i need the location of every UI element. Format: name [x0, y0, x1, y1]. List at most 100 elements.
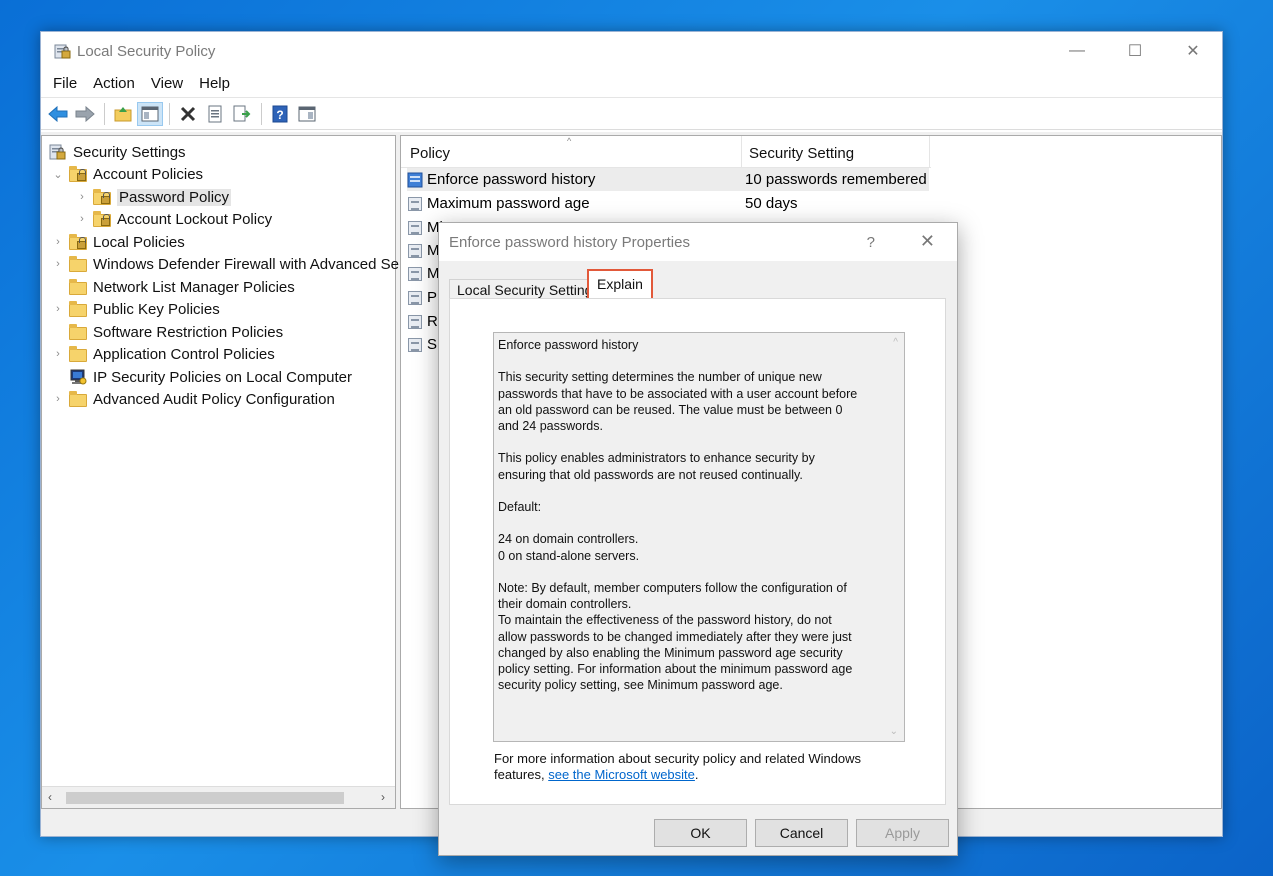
help-button[interactable]: ? — [867, 234, 875, 251]
toolbar-separator — [261, 102, 262, 125]
scroll-down-icon[interactable]: ⌄ — [890, 726, 898, 737]
expand-chevron-icon[interactable]: › — [52, 393, 64, 405]
delete-icon[interactable] — [175, 102, 201, 126]
action-pane-icon[interactable] — [294, 102, 320, 126]
tree-pane[interactable]: Security Settings ⌄ Account Policies › P… — [41, 135, 399, 809]
locked-folder-icon — [68, 233, 88, 251]
close-button[interactable]: ✕ — [1164, 32, 1222, 70]
menu-view[interactable]: View — [143, 75, 191, 92]
tree-item-label: Account Policies — [93, 165, 204, 183]
folder-icon — [68, 390, 88, 408]
list-row-maximum-password-age[interactable]: Maximum password age 50 days — [407, 192, 929, 215]
list-row-enforce-password-history[interactable]: Enforce password history 10 passwords re… — [407, 168, 929, 191]
maximize-button[interactable]: ☐ — [1106, 32, 1164, 70]
policy-name: Maximum password age — [427, 195, 590, 212]
back-arrow-icon[interactable] — [45, 102, 71, 126]
locked-folder-icon — [92, 188, 112, 206]
dialog-close-button[interactable]: ✕ — [920, 231, 935, 252]
expand-chevron-icon[interactable]: › — [52, 303, 64, 315]
tree-item-label: Password Policy — [117, 188, 232, 206]
explain-paragraph: Note: By default, member computers follo… — [498, 580, 847, 612]
ok-button[interactable]: OK — [654, 819, 747, 847]
microsoft-website-link[interactable]: see the Microsoft website — [548, 767, 695, 782]
tree-item-label: Network List Manager Policies — [93, 278, 295, 296]
policy-setting-icon — [407, 196, 423, 212]
tree-item-label: Application Control Policies — [93, 345, 275, 363]
tree-item-windows-defender-firewall[interactable]: › Windows Defender Firewall with Advance… — [52, 253, 399, 275]
locked-folder-icon — [68, 165, 88, 183]
tree-item-account-lockout-policy[interactable]: › Account Lockout Policy — [76, 208, 272, 230]
scroll-up-icon[interactable]: ^ — [893, 337, 898, 348]
cancel-button[interactable]: Cancel — [755, 819, 848, 847]
explain-paragraph: Default: — [498, 499, 542, 514]
folder-icon — [68, 278, 88, 296]
tree-item-account-policies[interactable]: ⌄ Account Policies — [52, 163, 203, 185]
show-hide-tree-icon[interactable] — [137, 101, 163, 126]
title-bar[interactable]: Local Security Policy — ☐ ✕ — [41, 32, 1222, 70]
policy-setting-icon — [407, 290, 423, 306]
policy-setting-icon — [407, 172, 423, 188]
menu-file[interactable]: File — [45, 75, 85, 92]
enforce-password-history-properties-dialog: Enforce password history Properties ? ✕ … — [438, 222, 958, 856]
sort-ascending-icon: ^ — [567, 136, 572, 146]
toolbar-separator — [169, 102, 170, 125]
column-header-policy[interactable]: Policy — [410, 145, 450, 162]
export-list-icon[interactable] — [229, 102, 255, 126]
dialog-title: Enforce password history Properties — [449, 233, 690, 251]
tree-item-advanced-audit[interactable]: › Advanced Audit Policy Configuration — [52, 388, 335, 410]
properties-icon[interactable] — [202, 102, 228, 126]
tree-item-label: IP Security Policies on Local Computer — [93, 368, 353, 386]
tree-item-label: Software Restriction Policies — [93, 323, 284, 341]
locked-folder-icon — [92, 210, 112, 228]
tree-item-label: Advanced Audit Policy Configuration — [93, 390, 335, 408]
policy-setting-icon — [407, 243, 423, 259]
apply-button[interactable]: Apply — [856, 819, 949, 847]
tree-item-security-settings[interactable]: Security Settings — [48, 141, 186, 163]
tree-item-label: Account Lockout Policy — [117, 210, 273, 228]
folder-icon — [68, 323, 88, 341]
menu-help[interactable]: Help — [191, 75, 238, 92]
tree-item-label: Security Settings — [73, 143, 186, 161]
tree-item-local-policies[interactable]: › Local Policies — [52, 231, 185, 253]
scroll-right-icon[interactable]: › — [381, 790, 385, 804]
window-title: Local Security Policy — [77, 42, 216, 60]
collapse-chevron-icon[interactable]: ⌄ — [52, 168, 64, 181]
policy-setting-icon — [407, 337, 423, 353]
more-info-suffix: . — [694, 767, 699, 782]
tree-item-public-key-policies[interactable]: › Public Key Policies — [52, 298, 220, 320]
explain-paragraph: This policy enables administrators to en… — [498, 451, 815, 482]
expand-chevron-icon[interactable]: › — [76, 213, 88, 225]
explain-text: Enforce password history This security s… — [494, 333, 904, 693]
minimize-button[interactable]: — — [1048, 32, 1106, 70]
tree-item-label: Local Policies — [93, 233, 185, 251]
tree-horizontal-scrollbar[interactable]: ‹ › — [42, 786, 395, 808]
tree-item-software-restriction[interactable]: Software Restriction Policies — [52, 321, 283, 343]
tree-item-label: Windows Defender Firewall with Advanced … — [93, 255, 399, 273]
app-icon — [53, 42, 71, 60]
expand-chevron-icon[interactable]: › — [76, 191, 88, 203]
scrollbar-thumb[interactable] — [66, 792, 344, 804]
menu-action[interactable]: Action — [85, 75, 143, 92]
help-icon[interactable]: ? — [267, 102, 293, 126]
expand-chevron-icon[interactable]: › — [52, 236, 64, 248]
column-divider[interactable] — [929, 136, 930, 168]
column-header-security-setting[interactable]: Security Setting — [749, 145, 854, 162]
explain-heading: Enforce password history — [498, 338, 639, 352]
dialog-title-bar[interactable]: Enforce password history Properties ? ✕ — [439, 223, 957, 261]
forward-arrow-icon[interactable] — [72, 102, 98, 126]
tree-item-network-list-manager[interactable]: Network List Manager Policies — [52, 276, 295, 298]
toolbar: ? — [41, 98, 1222, 130]
tree-item-password-policy[interactable]: › Password Policy — [76, 186, 232, 208]
up-folder-icon[interactable] — [110, 102, 136, 126]
tree-item-application-control[interactable]: › Application Control Policies — [52, 343, 275, 365]
expand-chevron-icon[interactable]: › — [52, 258, 64, 270]
list-header: ^ Policy Security Setting — [401, 136, 931, 168]
more-info-text: For more information about security poli… — [494, 751, 914, 783]
column-divider[interactable] — [741, 136, 742, 168]
toolbar-separator — [104, 102, 105, 125]
policy-setting-icon — [407, 314, 423, 330]
explain-text-box[interactable]: ^ Enforce password history This security… — [493, 332, 905, 742]
expand-chevron-icon[interactable]: › — [52, 348, 64, 360]
scroll-left-icon[interactable]: ‹ — [48, 790, 52, 804]
tree-item-ip-security[interactable]: IP Security Policies on Local Computer — [52, 366, 352, 388]
